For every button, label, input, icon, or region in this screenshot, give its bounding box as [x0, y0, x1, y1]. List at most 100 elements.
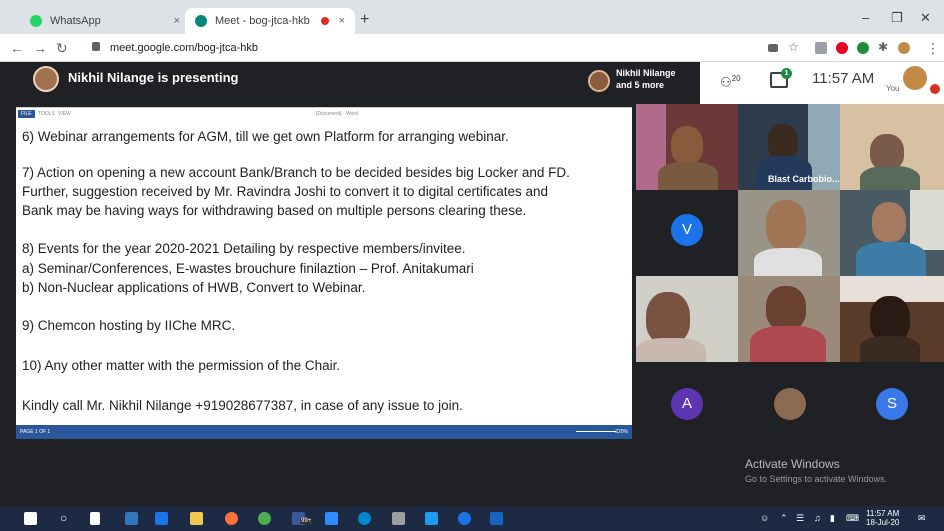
search-icon[interactable]: ○ — [60, 511, 67, 525]
task-view-icon[interactable] — [90, 512, 100, 525]
profile-avatar[interactable] — [898, 42, 910, 54]
participant-video — [766, 286, 806, 330]
file-explorer-icon[interactable] — [190, 512, 203, 525]
activate-windows-title: Activate Windows — [745, 457, 840, 471]
participant-tile[interactable] — [636, 104, 738, 190]
participant-video — [671, 126, 703, 164]
doc-line: 8) Events for the year 2020-2021 Detaili… — [22, 241, 466, 256]
star-icon[interactable]: ☆ — [788, 40, 799, 54]
meet-top-controls: ⚇20 1 11:57 AM You — [700, 62, 944, 107]
participant-tile[interactable] — [738, 276, 840, 362]
tab-whatsapp[interactable]: WhatsApp × — [20, 8, 190, 34]
participant-tile[interactable]: V — [636, 190, 738, 276]
avatar: S — [876, 388, 908, 420]
store-icon[interactable] — [155, 512, 168, 525]
firefox-icon[interactable] — [225, 512, 238, 525]
camera-icon[interactable] — [768, 44, 778, 52]
chrome-icon[interactable] — [258, 512, 271, 525]
word-ribbon: FILE TOOLS VIEW [Document] - Word — [16, 108, 632, 120]
doc-line: Further, suggestion received by Mr. Ravi… — [22, 184, 549, 199]
close-icon[interactable]: × — [174, 15, 180, 27]
avatar — [774, 388, 806, 420]
people-icon[interactable]: ☺ — [760, 513, 769, 523]
volume-icon[interactable]: ♫ — [814, 513, 821, 523]
participant-video — [768, 124, 798, 160]
back-icon[interactable]: ← — [10, 40, 24, 56]
puzzle-icon[interactable]: ✱ — [878, 40, 888, 54]
avatar — [33, 66, 59, 92]
tab-meet[interactable]: Meet - bog-jtca-hkb × — [185, 8, 355, 34]
participant-tile[interactable] — [738, 362, 840, 448]
chevron-up-icon[interactable]: ⌃ — [780, 513, 788, 524]
participant-tile[interactable] — [840, 190, 944, 276]
doc-line: b) Non-Nuclear applications of HWB, Conv… — [22, 280, 366, 295]
taskbar: ○ 99+ ☺ ⌃ ☰ ♫ ▮ ⌨ 11:57 AM 18-Jul-20 ✉ — [0, 506, 944, 531]
participant-tile[interactable] — [840, 276, 944, 362]
file-menu: FILE — [18, 110, 35, 118]
clock-time: 11:57 AM — [866, 509, 900, 518]
menu-icon[interactable]: ⋮ — [926, 40, 940, 57]
reload-icon[interactable]: ↻ — [56, 40, 68, 57]
address-bar[interactable]: meet.google.com/bog-jtca-hkb — [90, 38, 690, 58]
avatar — [588, 70, 610, 92]
skype-icon[interactable] — [325, 512, 338, 525]
doc-line: 10) Any other matter with the permission… — [22, 358, 341, 373]
document-title: [Document] - Word — [316, 111, 358, 117]
maximize-icon[interactable]: ❐ — [891, 10, 903, 26]
participant-video — [766, 200, 806, 250]
avatar: A — [671, 388, 703, 420]
participant-tile[interactable]: Blast Carbobio... — [738, 104, 840, 190]
windows-start-icon[interactable] — [24, 512, 37, 525]
presenter-chip[interactable]: Nikhil Nilange and 5 more — [588, 68, 708, 98]
minimize-icon[interactable]: – — [862, 10, 869, 25]
avatar: V — [671, 214, 703, 246]
meet-icon — [195, 15, 207, 27]
tab-label: Meet - bog-jtca-hkb — [215, 15, 310, 27]
presenter-more: and 5 more — [616, 80, 665, 90]
keyboard-icon[interactable]: ⌨ — [846, 513, 859, 524]
meet-header: Nikhil Nilange is presenting Nikhil Nila… — [0, 62, 944, 107]
network-icon[interactable]: ☰ — [796, 513, 804, 524]
view-menu: VIEW — [58, 111, 71, 117]
doc-line: 7) Action on opening a new account Bank/… — [22, 165, 570, 180]
twitter-icon[interactable] — [425, 512, 438, 525]
you-label: You — [886, 84, 900, 93]
new-tab-button[interactable]: + — [360, 11, 369, 29]
people-count: 20 — [731, 74, 741, 83]
participant-tile[interactable] — [738, 190, 840, 276]
meeting-time: 11:57 AM — [812, 70, 875, 87]
extension-icon[interactable] — [815, 42, 827, 54]
doc-line: a) Seminar/Conferences, E-wastes brouchu… — [22, 261, 474, 276]
doc-line: 6) Webinar arrangements for AGM, till we… — [22, 129, 509, 144]
people-button[interactable]: ⚇20 — [720, 74, 741, 90]
status-badge — [930, 84, 940, 94]
whatsapp-icon — [30, 15, 42, 27]
paint-icon[interactable] — [392, 512, 405, 525]
forward-icon[interactable]: → — [33, 40, 47, 56]
telegram-icon[interactable] — [358, 512, 371, 525]
avatar[interactable] — [903, 66, 927, 90]
browser-toolbar: ← → ↻ meet.google.com/bog-jtca-hkb ☆ ✱ ⋮ — [0, 34, 944, 62]
app-icon[interactable] — [490, 512, 503, 525]
notifications-icon[interactable]: ✉ — [918, 513, 926, 524]
doc-line: 9) Chemcon hosting by IIChe MRC. — [22, 318, 236, 333]
participant-tile[interactable]: A — [636, 362, 738, 448]
people-icon: ⚇ — [720, 74, 732, 90]
tools-menu: TOOLS — [38, 111, 55, 117]
window-close-icon[interactable]: ✕ — [920, 10, 931, 26]
edge-icon[interactable] — [125, 512, 138, 525]
activate-windows-subtitle: Go to Settings to activate Windows. — [745, 474, 888, 484]
participant-tile[interactable] — [636, 276, 738, 362]
tab-label: WhatsApp — [50, 15, 101, 27]
system-clock[interactable]: 11:57 AM 18-Jul-20 — [866, 509, 899, 527]
participant-tile[interactable]: S — [840, 362, 944, 448]
pinterest-icon[interactable] — [836, 42, 848, 54]
participant-tile[interactable] — [840, 104, 944, 190]
battery-icon[interactable]: ▮ — [830, 513, 835, 524]
participant-name: Blast Carbobio... — [768, 174, 840, 184]
chat-icon[interactable]: 1 — [770, 68, 792, 88]
grammarly-icon[interactable] — [857, 42, 869, 54]
notification-badge: 99+ — [300, 518, 313, 524]
teams-icon[interactable] — [458, 512, 471, 525]
close-icon[interactable]: × — [339, 15, 345, 27]
